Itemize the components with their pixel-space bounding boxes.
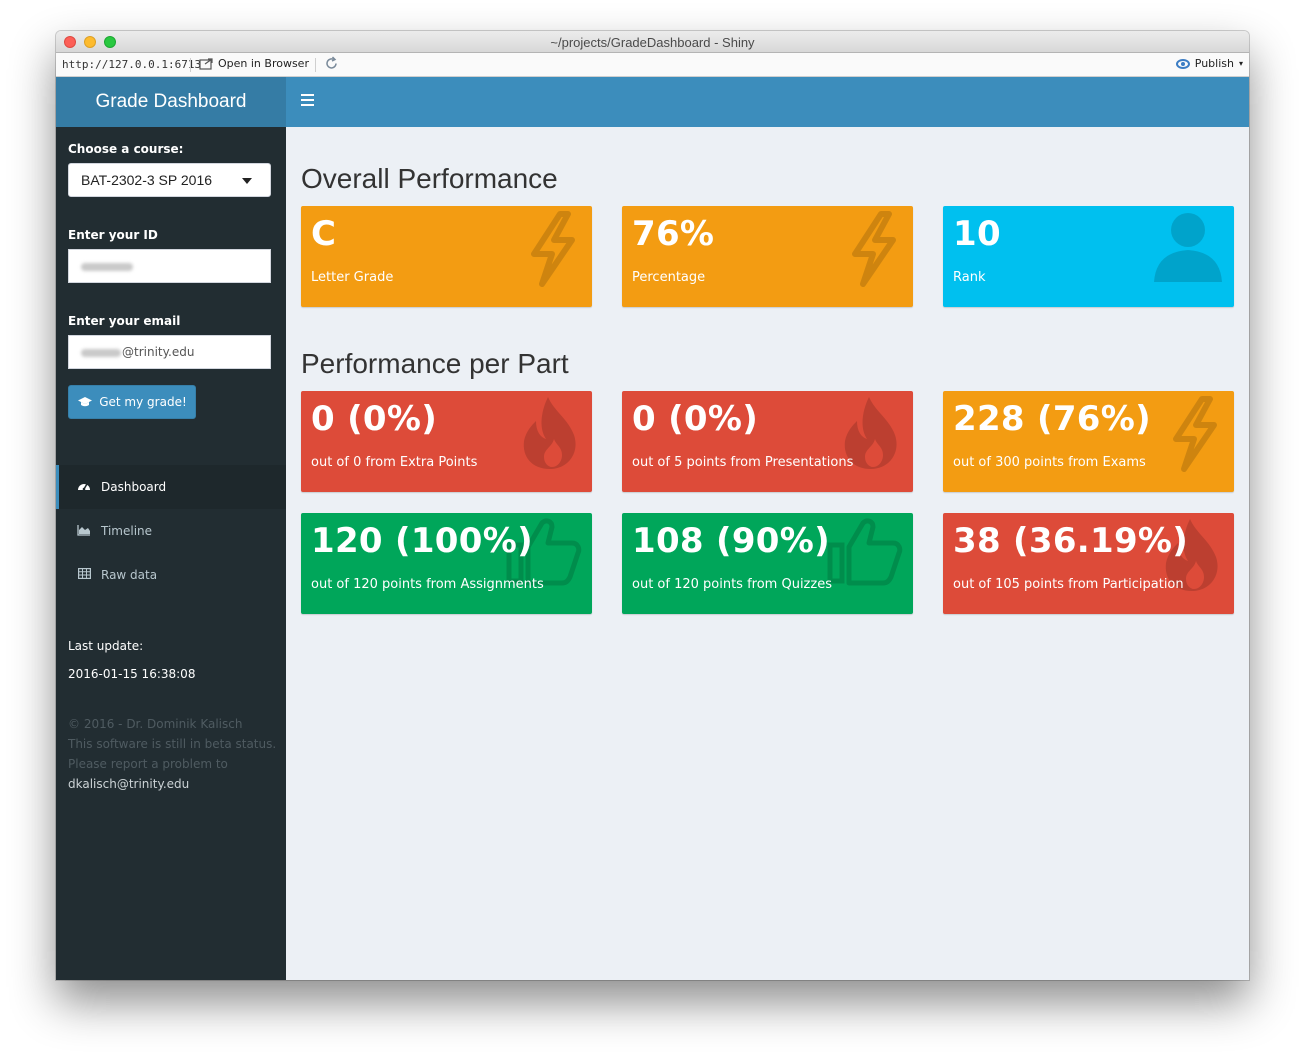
- performance-per-part-title: Performance per Part: [301, 348, 569, 379]
- bolt-icon: [531, 211, 575, 287]
- publish-label: Publish: [1194, 57, 1234, 70]
- graduation-cap-icon: [78, 397, 93, 407]
- dashboard-logo[interactable]: Grade Dashboard: [56, 77, 286, 127]
- id-input-group: Enter your ID: [68, 228, 271, 283]
- sidebar-item-timeline[interactable]: Timeline: [56, 509, 286, 553]
- footer-report-note: Please report a problem to: [68, 757, 228, 771]
- chevron-down-icon: ▾: [1238, 59, 1243, 68]
- table-icon: [77, 568, 91, 582]
- redacted-id: [81, 262, 133, 271]
- presentations-box: 0 (0%) out of 5 points from Presentation…: [622, 391, 913, 492]
- email-field[interactable]: @trinity.edu: [68, 335, 271, 369]
- last-update-value: 2016-01-15 16:38:08: [68, 667, 196, 681]
- sidebar: Choose a course: BAT-2302-3 SP 2016 Ente…: [56, 127, 286, 980]
- sidebar-item-label: Raw data: [101, 568, 158, 582]
- exams-box: 228 (76%) out of 300 points from Exams: [943, 391, 1234, 492]
- percentage-box: 76% Percentage: [622, 206, 913, 307]
- window-titlebar: ~/projects/GradeDashboard - Shiny: [56, 31, 1249, 53]
- value-box-subtitle: out of 120 points from Quizzes: [632, 577, 832, 592]
- email-domain: @trinity.edu: [122, 345, 195, 359]
- footer-note: © 2016 - Dr. Dominik Kalisch This softwa…: [68, 714, 278, 794]
- area-chart-icon: [77, 524, 91, 539]
- value-box-value: 108 (90%): [632, 521, 830, 561]
- value-box-subtitle: out of 0 from Extra Points: [311, 455, 478, 470]
- chevron-down-icon: [242, 178, 252, 184]
- rank-box: 10 Rank: [943, 206, 1234, 307]
- top-navbar: [286, 77, 1249, 127]
- value-box-value: 76%: [632, 214, 715, 254]
- id-label: Enter your ID: [68, 228, 158, 242]
- bolt-icon: [852, 211, 896, 287]
- value-box-value: 38 (36.19%): [953, 521, 1189, 561]
- email-label: Enter your email: [68, 314, 181, 328]
- value-box-subtitle: out of 120 points from Assignments: [311, 577, 544, 592]
- viewer-toolbar: http://127.0.0.1:6713 Open in Browser Pu…: [56, 53, 1249, 77]
- shiny-dashboard: Grade Dashboard Choose a course: BAT-230…: [56, 77, 1249, 980]
- value-box-value: 228 (76%): [953, 399, 1151, 439]
- refresh-icon[interactable]: [324, 56, 339, 75]
- value-box-subtitle: Letter Grade: [311, 270, 394, 285]
- sidebar-menu: Dashboard Timeline Raw data: [56, 465, 286, 597]
- extra-points-box: 0 (0%) out of 0 from Extra Points: [301, 391, 592, 492]
- value-box-value: 0 (0%): [311, 399, 438, 439]
- course-select[interactable]: BAT-2302-3 SP 2016: [68, 163, 271, 197]
- open-in-browser-button[interactable]: Open in Browser: [199, 57, 309, 70]
- user-icon: [1154, 213, 1222, 282]
- assignments-box: 120 (100%) out of 120 points from Assign…: [301, 513, 592, 614]
- url-text[interactable]: http://127.0.0.1:6713: [62, 58, 201, 71]
- get-grade-button[interactable]: Get my grade!: [68, 385, 196, 419]
- open-in-browser-label: Open in Browser: [218, 57, 309, 70]
- redacted-email-user: [81, 348, 121, 357]
- app-window: ~/projects/GradeDashboard - Shiny http:/…: [56, 31, 1249, 980]
- quizzes-box: 108 (90%) out of 120 points from Quizzes: [622, 513, 913, 614]
- thumbs-up-icon: [827, 518, 903, 586]
- value-box-subtitle: Rank: [953, 270, 986, 285]
- value-box-value: 0 (0%): [632, 399, 759, 439]
- open-browser-icon: [199, 57, 213, 70]
- sidebar-item-raw-data[interactable]: Raw data: [56, 553, 286, 597]
- overall-performance-title: Overall Performance: [301, 163, 558, 194]
- toolbar-divider: [315, 58, 316, 72]
- last-update-label: Last update:: [68, 639, 144, 653]
- publish-button[interactable]: Publish ▾: [1175, 57, 1243, 70]
- value-box-value: C: [311, 214, 337, 254]
- sidebar-item-label: Timeline: [101, 524, 153, 538]
- fire-icon: [523, 397, 576, 469]
- main-content: Overall Performance C Letter Grade 76% P…: [286, 127, 1249, 980]
- bolt-icon: [1173, 396, 1217, 472]
- value-box-subtitle: out of 105 points from Participation: [953, 577, 1184, 592]
- sidebar-item-dashboard[interactable]: Dashboard: [56, 465, 286, 509]
- publish-icon: [1175, 58, 1190, 69]
- get-grade-label: Get my grade!: [99, 395, 187, 409]
- last-update-block: Last update: 2016-01-15 16:38:08: [68, 639, 195, 695]
- footer-email-link[interactable]: dkalisch@trinity.edu: [68, 774, 278, 794]
- value-box-subtitle: Percentage: [632, 270, 706, 285]
- footer-copyright: © 2016 - Dr. Dominik Kalisch: [68, 717, 243, 731]
- course-label: Choose a course:: [68, 142, 184, 156]
- course-select-group: Choose a course: BAT-2302-3 SP 2016: [68, 142, 271, 197]
- sidebar-toggle-icon[interactable]: [301, 94, 314, 106]
- value-box-value: 120 (100%): [311, 521, 533, 561]
- footer-beta-note: This software is still in beta status.: [68, 737, 277, 751]
- letter-grade-box: C Letter Grade: [301, 206, 592, 307]
- value-box-value: 10: [953, 214, 1001, 254]
- toolbar-divider: [190, 58, 191, 72]
- participation-box: 38 (36.19%) out of 105 points from Parti…: [943, 513, 1234, 614]
- email-input-group: Enter your email @trinity.edu: [68, 314, 271, 369]
- dashboard-icon: [77, 480, 91, 495]
- value-box-subtitle: out of 300 points from Exams: [953, 455, 1146, 470]
- sidebar-item-label: Dashboard: [101, 480, 167, 494]
- value-box-subtitle: out of 5 points from Presentations: [632, 455, 854, 470]
- id-field[interactable]: [68, 249, 271, 283]
- course-selected-value: BAT-2302-3 SP 2016: [81, 172, 213, 188]
- window-title: ~/projects/GradeDashboard - Shiny: [550, 35, 755, 50]
